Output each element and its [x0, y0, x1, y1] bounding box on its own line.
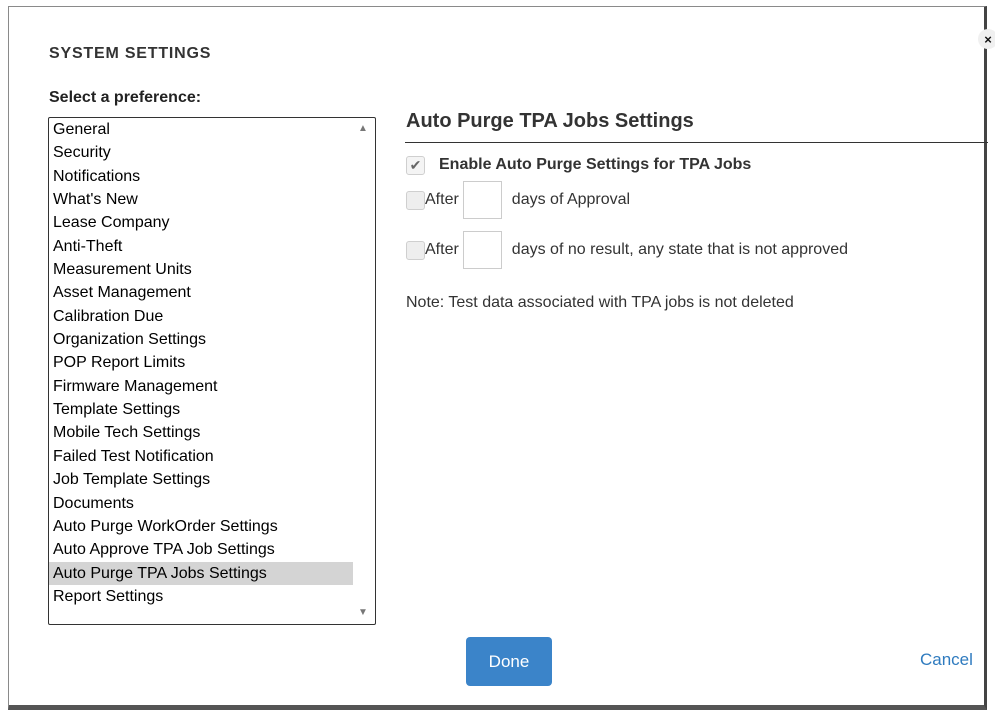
preference-label: Select a preference:	[49, 89, 202, 106]
preference-listbox[interactable]: General Security Notifications What's New Le…	[48, 117, 376, 625]
preference-item[interactable]: Notifications	[49, 165, 353, 188]
preference-item[interactable]: Anti-Theft	[49, 235, 353, 258]
preference-item[interactable]: Firmware Management	[49, 375, 353, 398]
enable-auto-purge-label: Enable Auto Purge Settings for TPA Jobs	[439, 156, 752, 173]
section-title: Auto Purge TPA Jobs Settings	[406, 110, 694, 132]
preference-item[interactable]: Lease Company	[49, 211, 353, 234]
preference-item[interactable]: Security	[49, 141, 353, 164]
scroll-down-icon[interactable]: ▼	[356, 606, 370, 620]
preference-item[interactable]: Auto Purge TPA Jobs Settings	[49, 561, 353, 585]
preference-item[interactable]: Job Template Settings	[49, 468, 353, 491]
preference-item[interactable]: Report Settings	[49, 585, 353, 608]
preference-item[interactable]: POP Report Limits	[49, 351, 353, 374]
approval-days-row: After days of Approval	[406, 180, 630, 220]
approval-after-label: After	[425, 191, 459, 208]
preference-item[interactable]: Template Settings	[49, 398, 353, 421]
preference-item[interactable]: What's New	[49, 188, 353, 211]
preference-item[interactable]: Measurement Units	[49, 258, 353, 281]
system-settings-dialog: × SYSTEM SETTINGS Select a preference: G…	[8, 6, 995, 710]
preference-item[interactable]: Asset Management	[49, 281, 353, 304]
no-result-after-label: After	[425, 241, 459, 258]
enable-auto-purge-checkbox[interactable]: ✔	[406, 155, 425, 175]
preference-list: General Security Notifications What's New Le…	[49, 118, 353, 608]
checkmark-icon: ✔	[409, 156, 422, 173]
no-result-days-checkbox[interactable]	[406, 240, 425, 260]
no-result-days-text: days of no result, any state that is not…	[511, 241, 848, 258]
close-icon[interactable]: ×	[978, 29, 995, 49]
no-result-days-row: After days of no result, any state that …	[406, 230, 848, 270]
preference-item[interactable]: Auto Purge WorkOrder Settings	[49, 515, 353, 538]
enable-auto-purge-row: ✔ Enable Auto Purge Settings for TPA Job…	[406, 153, 751, 177]
preference-item[interactable]: Failed Test Notification	[49, 445, 353, 468]
section-divider	[405, 142, 988, 143]
scroll-up-icon[interactable]: ▲	[356, 122, 370, 136]
approval-days-input[interactable]	[462, 181, 502, 219]
preference-item[interactable]: Mobile Tech Settings	[49, 421, 353, 444]
tpa-note: Note: Test data associated with TPA jobs…	[406, 294, 794, 311]
preference-item[interactable]: General	[49, 118, 353, 141]
approval-days-text: days of Approval	[511, 191, 631, 208]
approval-days-checkbox[interactable]	[406, 190, 425, 210]
preference-item[interactable]: Auto Approve TPA Job Settings	[49, 538, 353, 561]
cancel-link[interactable]: Cancel	[920, 650, 973, 670]
done-button[interactable]: Done	[466, 637, 552, 686]
preference-item[interactable]: Calibration Due	[49, 305, 353, 328]
dialog-title: SYSTEM SETTINGS	[49, 45, 212, 62]
preference-item[interactable]: Documents	[49, 492, 353, 515]
no-result-days-input[interactable]	[462, 231, 502, 269]
preference-item[interactable]: Organization Settings	[49, 328, 353, 351]
